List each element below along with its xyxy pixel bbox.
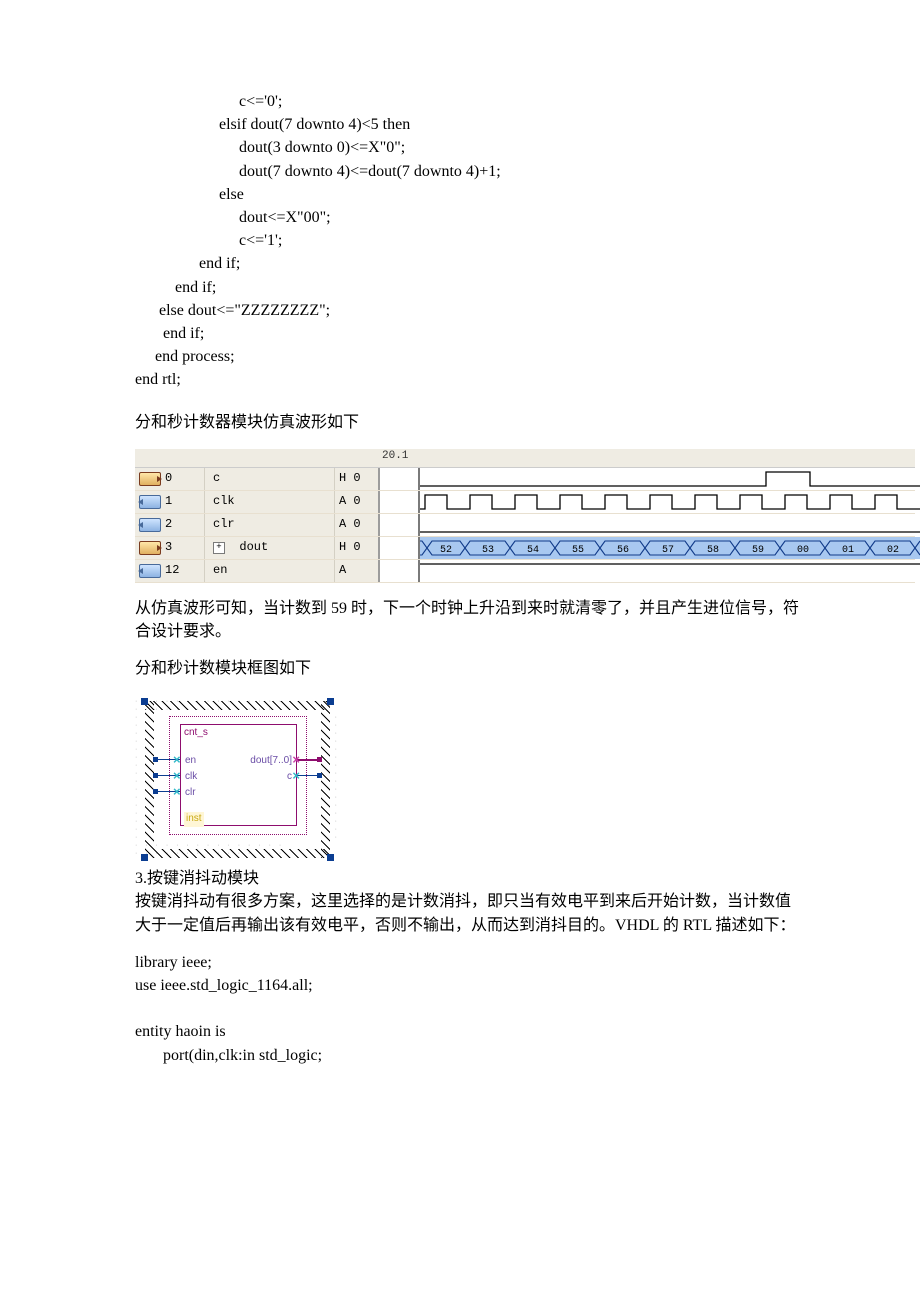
wave-clr <box>420 514 920 536</box>
bus-value: 01 <box>842 545 854 556</box>
signal-name: en <box>205 560 335 582</box>
input-pin-icon <box>139 518 161 532</box>
port-clk: clk <box>185 770 197 785</box>
wave-row-en: 12 en A <box>135 560 915 583</box>
waveform-title: 分和秒计数器模块仿真波形如下 <box>135 411 800 434</box>
wave-row-clk: 1 clk A 0 <box>135 491 915 514</box>
port-c: c <box>287 770 292 785</box>
block-diagram-figure: · · · · · · · · · · · · · · · · · · · · … <box>135 698 340 861</box>
signal-name: dout <box>239 539 268 556</box>
module-name: cnt_s <box>184 726 208 741</box>
bus-value: 02 <box>887 545 899 556</box>
block-diagram-title: 分和秒计数模块框图如下 <box>135 657 800 680</box>
signal-name: clr <box>205 514 335 536</box>
section3-body: 按键消抖动有很多方案，这里选择的是计数消抖，即只当有效电平到来后开始计数，当计数… <box>135 890 800 936</box>
wave-dout-bus: 52 53 54 55 56 57 58 59 00 01 02 <box>420 537 920 559</box>
bus-value: 52 <box>440 545 452 556</box>
signal-value: H 0 <box>335 468 380 490</box>
wave-row-clr: 2 clr A 0 <box>135 514 915 537</box>
bus-value: 54 <box>527 545 539 556</box>
bus-value: 53 <box>482 545 494 556</box>
input-pin-icon <box>139 564 161 578</box>
bus-value: 58 <box>707 545 719 556</box>
signal-value: A 0 <box>335 514 380 536</box>
wave-row-c: 0 c H 0 <box>135 468 915 491</box>
vhdl-code-bottom: library ieee; use ieee.std_logic_1164.al… <box>135 951 800 1067</box>
bus-value: 00 <box>797 545 809 556</box>
signal-value: A 0 <box>335 491 380 513</box>
bus-value: 56 <box>617 545 629 556</box>
signal-value: A <box>335 560 380 582</box>
wave-c <box>420 468 920 490</box>
port-clr: clr <box>185 786 196 801</box>
section3-title: 3.按键消抖动模块 <box>135 867 800 890</box>
wave-clk <box>420 491 920 513</box>
input-pin-icon <box>139 495 161 509</box>
signal-name: clk <box>205 491 335 513</box>
document-page: c<='0'; elsif dout(7 downto 4)<5 then do… <box>0 0 920 1147</box>
time-tick-label: 20.1 <box>380 449 420 467</box>
output-pin-icon <box>139 472 161 486</box>
waveform-description: 从仿真波形可知，当计数到 59 时，下一个时钟上升沿到来时就清零了，并且产生进位… <box>135 597 800 643</box>
bus-value: 59 <box>752 545 764 556</box>
bus-value: 55 <box>572 545 584 556</box>
port-dout: dout[7..0] <box>250 754 292 769</box>
vhdl-code-top: c<='0'; elsif dout(7 downto 4)<5 then do… <box>135 90 800 391</box>
wave-row-dout: 3 + dout H 0 5253545556575859000102 <box>135 537 915 560</box>
waveform-figure: 20.1 0 c H 0 1 clk A 0 <box>135 449 915 583</box>
port-en: en <box>185 754 196 769</box>
instance-label: inst <box>184 812 204 827</box>
signal-value: H 0 <box>335 537 380 559</box>
output-pin-icon <box>139 541 161 555</box>
wave-en <box>420 560 920 582</box>
bus-value: 57 <box>662 545 674 556</box>
expand-icon[interactable]: + <box>213 542 225 554</box>
signal-name: c <box>205 468 335 490</box>
